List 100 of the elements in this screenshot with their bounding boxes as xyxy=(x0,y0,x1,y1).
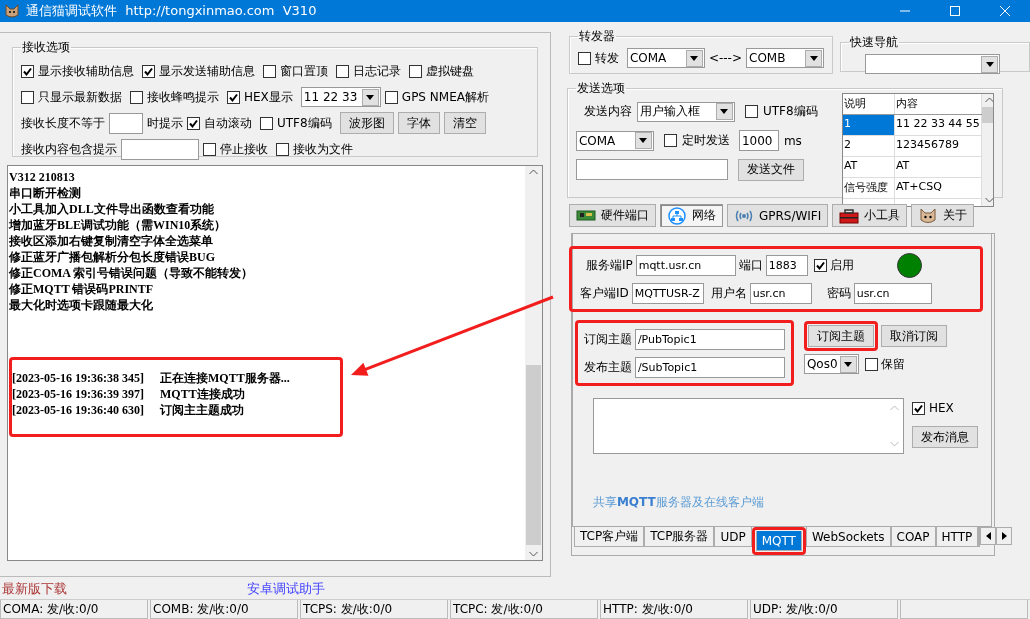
caret-icon[interactable] xyxy=(685,49,703,67)
tab[interactable]: TCP客户端 xyxy=(573,527,645,547)
log-line: 修正蓝牙广播包解析分包长度错误BUG xyxy=(9,249,216,265)
scrollbar-thumb[interactable] xyxy=(981,107,993,123)
android-link[interactable]: 安卓调试助手 xyxy=(247,580,325,598)
column-header[interactable]: 说明 xyxy=(842,94,895,114)
checkbox[interactable] xyxy=(130,90,143,104)
table-row[interactable]: 信号强度 AT+CSQ xyxy=(842,178,982,199)
checkbox-label: 停止接收 xyxy=(220,140,268,158)
log-message: 订阅主主题成功 xyxy=(160,402,244,418)
tab[interactable]: HTTP xyxy=(935,527,979,547)
checkbox-label: 只显示最新数据 xyxy=(38,88,122,106)
subscribe-button[interactable]: 订阅主题 xyxy=(807,325,874,347)
tab[interactable]: 网络 xyxy=(659,204,723,227)
tab[interactable]: GPRS/WIFI xyxy=(726,204,829,227)
column-header[interactable]: 内容 xyxy=(894,94,982,114)
checkbox-label: 保留 xyxy=(880,355,905,373)
caret-icon[interactable] xyxy=(839,355,857,373)
checkbox[interactable] xyxy=(187,116,200,130)
scrollbar[interactable] xyxy=(981,94,993,206)
log-message: MQTT连接成功 xyxy=(160,386,245,402)
unsubscribe-button[interactable]: 取消订阅 xyxy=(880,325,947,347)
checkbox[interactable] xyxy=(409,64,422,78)
table-row[interactable]: AT AT xyxy=(842,157,982,178)
scrollbar-thumb[interactable] xyxy=(525,365,541,545)
checkbox-label: UTF8编码 xyxy=(762,103,818,120)
checkbox[interactable] xyxy=(263,64,276,78)
tab[interactable]: 关于 xyxy=(911,204,975,227)
checkbox[interactable] xyxy=(336,64,349,78)
caret-icon[interactable] xyxy=(715,103,733,120)
checkbox[interactable] xyxy=(864,357,878,371)
caret-icon[interactable] xyxy=(634,132,652,149)
checkbox[interactable] xyxy=(276,142,289,156)
checkbox[interactable] xyxy=(21,90,34,104)
checkbox[interactable] xyxy=(142,64,155,78)
table-row[interactable]: 2 123456789 xyxy=(842,136,982,157)
input-field[interactable]: usr.cn xyxy=(749,282,812,304)
checkbox[interactable] xyxy=(577,51,591,65)
field-label: 服务端IP xyxy=(585,256,633,274)
dropdown[interactable]: COMA xyxy=(575,130,654,151)
checkbox[interactable] xyxy=(203,142,216,156)
input-field[interactable] xyxy=(575,159,728,180)
checkbox-label: 显示接收辅助信息 xyxy=(38,62,134,80)
tab[interactable]: 小工具 xyxy=(832,204,908,227)
checkbox[interactable] xyxy=(260,116,273,130)
dropdown[interactable]: COMA xyxy=(626,48,705,68)
input-field[interactable] xyxy=(121,138,199,160)
scroll-left-icon[interactable] xyxy=(980,527,997,545)
scroll-right-icon[interactable] xyxy=(996,527,1013,545)
share-link[interactable]: 共享MQTT服务器及在线客户端 xyxy=(592,494,991,511)
log-line: 修正COMA 索引号错误问题（导致不能转发） xyxy=(9,265,255,281)
log-line: 增加蓝牙BLE调试功能（需WIN10系统） xyxy=(9,217,228,233)
log-line: 串口断开检测 xyxy=(9,185,82,201)
checkbox[interactable] xyxy=(21,64,34,78)
download-link[interactable]: 最新版下载 xyxy=(2,580,67,598)
checkbox-label: 启用 xyxy=(829,256,854,274)
caret-icon[interactable] xyxy=(981,55,998,73)
log-line: 小工具加入DLL文件导出函数查看功能 xyxy=(9,201,215,217)
input-field[interactable]: usr.cn xyxy=(853,282,932,304)
checkbox[interactable] xyxy=(663,134,677,147)
checkbox-label: HEX显示 xyxy=(244,88,293,106)
input-field[interactable] xyxy=(109,112,143,134)
tab[interactable]: MQTT xyxy=(755,531,802,551)
checkbox[interactable] xyxy=(813,258,827,272)
dropdown[interactable]: Qos0 xyxy=(803,354,859,374)
checkbox[interactable] xyxy=(227,90,240,104)
tab[interactable]: UDP xyxy=(714,527,752,547)
dropdown[interactable]: 11 22 33 xyxy=(300,87,381,107)
caret-icon[interactable] xyxy=(361,88,379,106)
checkbox-label: GPS NMEA解析 xyxy=(401,88,489,106)
input-field[interactable]: /SubTopic1 xyxy=(634,356,785,378)
group-title: 发送选项 xyxy=(575,80,626,97)
input-field[interactable]: /PubTopic1 xyxy=(634,328,785,350)
tab[interactable]: TCP服务器 xyxy=(644,527,715,547)
publish-button[interactable]: 发布消息 xyxy=(911,426,978,448)
input-field[interactable]: 1000 xyxy=(738,130,779,151)
checkbox[interactable] xyxy=(384,90,398,104)
push-button[interactable]: 清空 xyxy=(443,112,486,134)
send-file-button[interactable]: 发送文件 xyxy=(737,158,804,181)
input-field[interactable]: 1883 xyxy=(765,254,808,276)
log-line: 修正MQTT 错误码PRINTF xyxy=(9,281,155,297)
tab[interactable]: 硬件端口 xyxy=(568,204,656,227)
log-line: 最大化时选项卡跟随最大化 xyxy=(9,297,154,313)
push-button[interactable]: 波形图 xyxy=(339,112,394,134)
tab[interactable]: WebSockets xyxy=(805,527,891,547)
push-button[interactable]: 字体 xyxy=(397,112,440,134)
scrollbar[interactable] xyxy=(524,166,542,560)
caret-icon[interactable] xyxy=(805,49,822,67)
checkbox-label: 日志记录 xyxy=(353,62,401,80)
input-field[interactable]: MQTTUSR-Z xyxy=(631,282,704,304)
checkbox-label: 显示发送辅助信息 xyxy=(159,62,255,80)
field-label: 订阅主题 xyxy=(583,330,632,348)
status-text: TCPS: 发/收:0/0 xyxy=(300,600,448,619)
dropdown[interactable]: 用户输入框 xyxy=(636,101,735,122)
checkbox[interactable] xyxy=(911,401,925,415)
dropdown[interactable]: COMB xyxy=(746,48,824,68)
tab[interactable]: COAP xyxy=(890,527,936,547)
checkbox[interactable] xyxy=(744,105,758,118)
table-row[interactable]: 1 11 22 33 44 55 xyxy=(842,115,982,136)
input-field[interactable]: mqtt.usr.cn xyxy=(635,254,736,276)
